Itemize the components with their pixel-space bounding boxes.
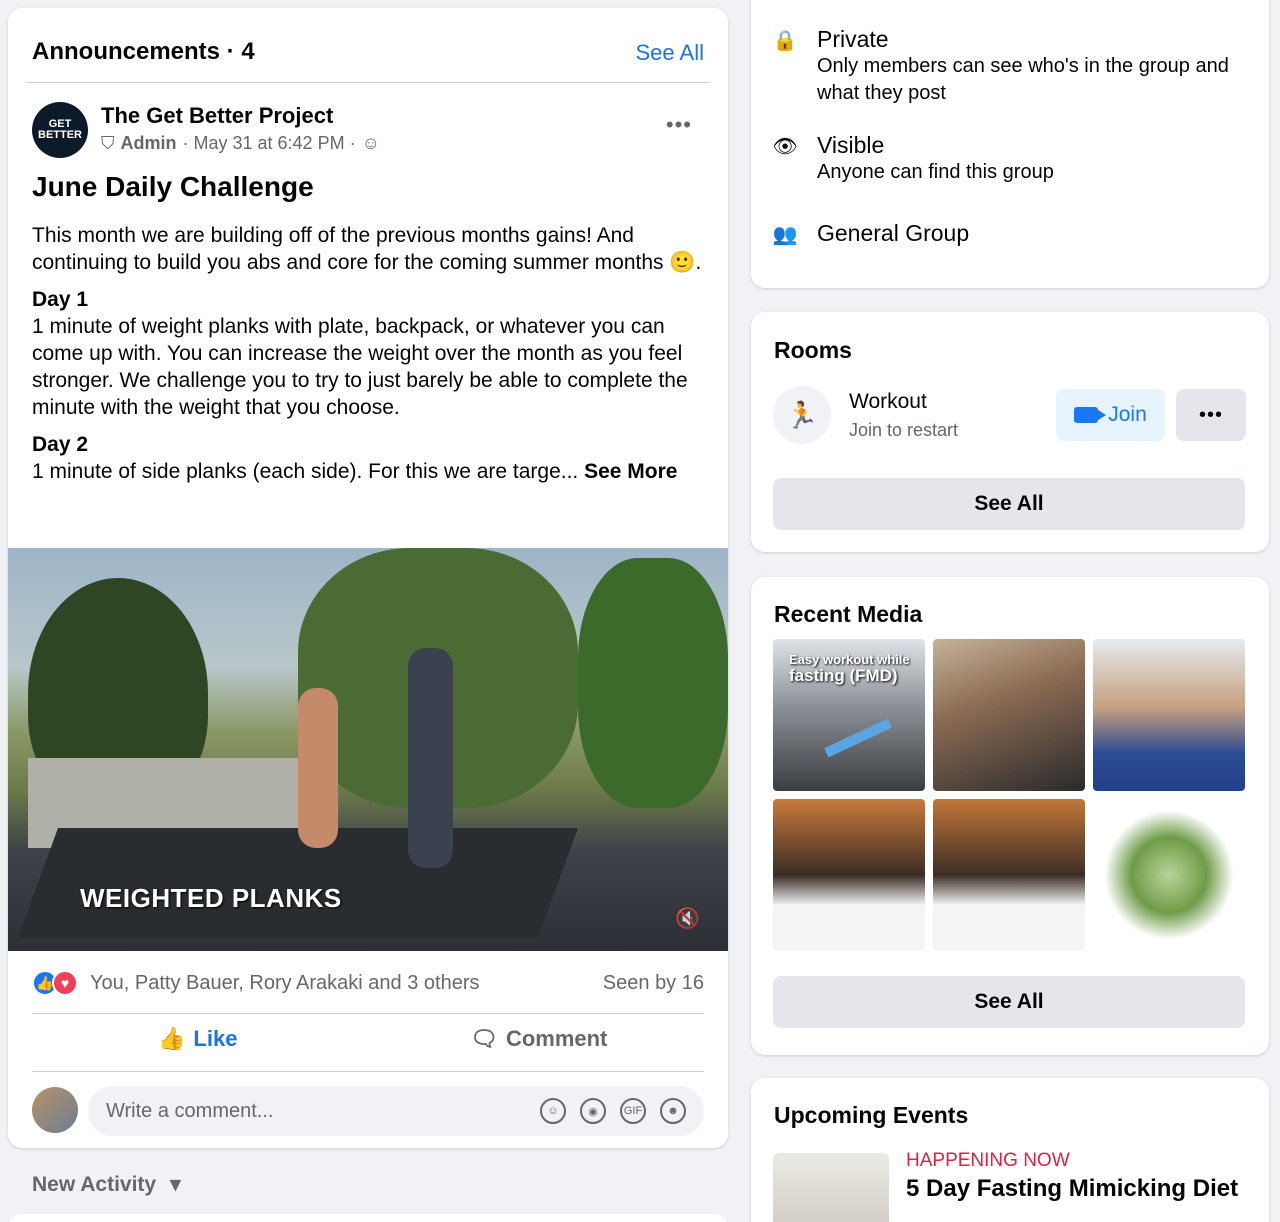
post-video[interactable]: WEIGHTED PLANKS 🔇	[8, 548, 728, 951]
sticker-icon[interactable]: ☻	[660, 1098, 686, 1124]
upcoming-events-title: Upcoming Events	[774, 1102, 969, 1128]
announcements-card: Announcements · 4 See All GET BETTER The…	[8, 8, 728, 1148]
private-description: Only members can see who's in the group …	[817, 55, 1229, 104]
see-more-link[interactable]: See More	[584, 460, 677, 483]
day-2-text: 1 minute of side planks (each side). For…	[32, 460, 579, 483]
announcements-title: Announcements · 4	[32, 38, 255, 65]
event-status: HAPPENING NOW	[906, 1150, 1070, 1171]
reaction-icons[interactable]: 👍 ♥	[32, 970, 78, 996]
lock-icon: 🔒	[772, 29, 798, 52]
rooms-card: Rooms 🏃 Workout Join to restart Join •••…	[751, 312, 1269, 552]
rooms-title: Rooms	[774, 337, 852, 363]
event-name[interactable]: 5 Day Fasting Mimicking Diet	[906, 1175, 1238, 1203]
about-visible-row: 👁 Visible Anyone can find this group	[772, 132, 1247, 186]
room-status: Join to restart	[849, 420, 959, 440]
visible-title: Visible	[817, 132, 885, 158]
room-more-button[interactable]: •••	[1176, 389, 1246, 441]
about-card: 🔒 Private Only members can see who's in …	[751, 0, 1269, 288]
join-label: Join	[1108, 403, 1147, 426]
private-title: Private	[817, 26, 889, 52]
recent-media-title: Recent Media	[774, 601, 923, 627]
media-thumbnail[interactable]	[933, 799, 1085, 951]
comment-input[interactable]: Write a comment... ☺ ◉ GIF ☻	[88, 1086, 704, 1136]
about-private-row: 🔒 Private Only members can see who's in …	[773, 26, 1247, 107]
day-1-text: 1 minute of weight planks with plate, ba…	[32, 315, 688, 419]
media-thumbnail[interactable]	[933, 639, 1085, 791]
day-2-label: Day 2	[32, 433, 89, 456]
people-icon: 👥	[772, 223, 798, 246]
camera-icon[interactable]: ◉	[580, 1098, 606, 1124]
reactions-summary[interactable]: You, Patty Bauer, Rory Arakaki and 3 oth…	[90, 972, 480, 995]
post-more-options-button[interactable]: •••	[666, 112, 692, 138]
event-thumbnail[interactable]	[773, 1153, 889, 1222]
video-scene-person	[298, 688, 338, 848]
love-reaction-icon: ♥	[52, 970, 78, 996]
next-post-card-edge	[8, 1214, 728, 1222]
video-scene-tree	[578, 558, 728, 808]
media-thumbnail[interactable]	[1093, 799, 1245, 951]
new-activity-sort[interactable]: New Activity ▾	[32, 1172, 181, 1197]
media-grid: Easy workout while fasting (FMD)	[773, 639, 1245, 951]
admin-shield-icon: ⛉	[101, 133, 115, 153]
media-thumbnail[interactable]	[1093, 639, 1245, 791]
room-name[interactable]: Workout	[849, 390, 927, 414]
join-room-button[interactable]: Join	[1056, 389, 1165, 441]
barbell-graphic	[824, 718, 892, 758]
comment-tools: ☺ ◉ GIF ☻	[540, 1098, 686, 1124]
general-group-label: General Group	[817, 220, 970, 246]
like-label: Like	[193, 1026, 238, 1051]
media-caption: fasting (FMD)	[789, 666, 898, 685]
media-thumbnail[interactable]: Easy workout while fasting (FMD)	[773, 639, 925, 791]
divider	[26, 82, 710, 83]
video-scene-person	[408, 648, 453, 868]
speech-bubble-icon: 🗨	[470, 1026, 498, 1051]
group-avatar-text: GET BETTER	[38, 118, 82, 141]
media-thumbnail[interactable]	[773, 799, 925, 951]
user-avatar[interactable]	[32, 1087, 78, 1133]
post-intro: This month we are building off of the pr…	[32, 224, 702, 274]
rooms-see-all-button[interactable]: See All	[773, 478, 1245, 530]
post-day-2: Day 2 1 minute of side planks (each side…	[32, 431, 712, 485]
divider	[32, 1013, 704, 1014]
upcoming-events-card: Upcoming Events HAPPENING NOW 5 Day Fast…	[751, 1078, 1269, 1222]
divider	[32, 1071, 704, 1072]
thumbs-up-icon: 👍	[158, 1026, 186, 1051]
post-title: June Daily Challenge	[32, 171, 314, 202]
eye-icon: 👁	[772, 135, 798, 158]
group-avatar[interactable]: GET BETTER	[32, 102, 88, 158]
visible-description: Anyone can find this group	[817, 161, 1054, 183]
post-meta: ⛉ Admin · May 31 at 6:42 PM · ☺	[101, 133, 380, 154]
day-1-label: Day 1	[32, 288, 89, 311]
post-body: This month we are building off of the pr…	[32, 222, 712, 495]
comment-button[interactable]: 🗨 Comment	[470, 1026, 607, 1052]
media-see-all-button[interactable]: See All	[773, 976, 1245, 1028]
recent-media-card: Recent Media Easy workout while fasting …	[751, 577, 1269, 1055]
like-button[interactable]: 👍 Like	[158, 1026, 237, 1052]
caret-down-icon: ▾	[170, 1173, 181, 1196]
video-caption: WEIGHTED PLANKS	[80, 883, 342, 913]
video-camera-icon	[1074, 407, 1107, 423]
about-general-row: 👥 General Group	[772, 220, 970, 248]
audience-members-icon: ☺	[361, 133, 380, 153]
announcements-see-all-link[interactable]: See All	[636, 40, 705, 66]
gif-icon[interactable]: GIF	[620, 1098, 646, 1124]
mute-icon[interactable]: 🔇	[675, 906, 700, 931]
seen-by-count[interactable]: Seen by 16	[603, 972, 704, 995]
post-day-1: Day 1 1 minute of weight planks with pla…	[32, 286, 712, 421]
comment-label: Comment	[505, 1026, 608, 1051]
new-activity-label: New Activity	[32, 1172, 157, 1196]
emoji-icon[interactable]: ☺	[540, 1098, 566, 1124]
comment-placeholder: Write a comment...	[106, 1099, 274, 1122]
group-name-link[interactable]: The Get Better Project	[101, 103, 333, 129]
post-timestamp[interactable]: · May 31 at 6:42 PM ·	[183, 133, 356, 154]
admin-badge: Admin	[120, 133, 177, 153]
reactions-bar: 👍 ♥ You, Patty Bauer, Rory Arakaki and 3…	[32, 968, 704, 998]
room-avatar[interactable]: 🏃	[773, 386, 831, 444]
